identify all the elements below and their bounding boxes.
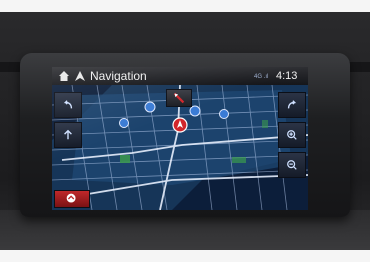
home-icon[interactable] <box>58 70 70 82</box>
forward-button[interactable] <box>278 92 306 118</box>
photo-border-top <box>0 0 370 12</box>
zoom-out-icon <box>287 160 297 170</box>
status-bar: Navigation 4G .ıl 4:13 <box>52 67 308 85</box>
compass-icon <box>173 92 185 104</box>
back-button[interactable] <box>54 92 82 118</box>
zoom-out-button[interactable] <box>278 152 306 178</box>
compass-button[interactable] <box>166 89 192 107</box>
zoom-in-icon <box>287 130 297 140</box>
page-title: Navigation <box>90 69 147 83</box>
menu-chevron-icon <box>66 193 76 203</box>
navigation-screen: Navigation 4G .ıl 4:13 <box>52 67 308 210</box>
forward-arrow-icon <box>287 100 297 109</box>
up-arrow-icon <box>64 129 72 140</box>
navigation-icon <box>75 71 85 81</box>
photo-border-bottom <box>0 250 370 262</box>
up-button[interactable] <box>54 122 82 148</box>
photo-scene: Navigation 4G .ıl 4:13 <box>0 0 370 262</box>
back-arrow-icon <box>63 100 73 109</box>
menu-button[interactable] <box>54 190 90 208</box>
signal-indicator: 4G .ıl <box>254 74 269 80</box>
zoom-in-button[interactable] <box>278 122 306 148</box>
clock: 4:13 <box>276 70 298 82</box>
